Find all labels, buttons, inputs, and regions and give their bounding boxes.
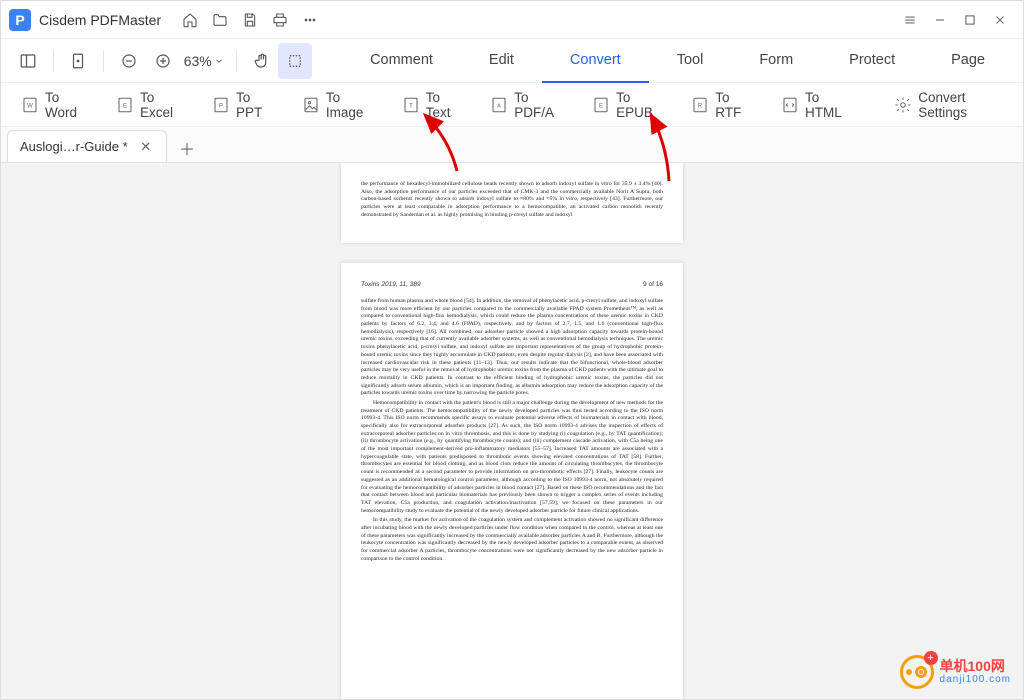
select-tool-icon[interactable] <box>278 43 312 79</box>
more-icon[interactable] <box>295 5 325 35</box>
page-full: Toxins 2019, 11, 389 9 of 16 sulfate fro… <box>341 263 683 699</box>
to-excel-button[interactable]: E To Excel <box>108 86 190 124</box>
page2-para3: In this study, the marker for activation… <box>361 517 663 563</box>
page-header-left: Toxins 2019, 11, 389 <box>361 281 421 288</box>
zoom-out-icon[interactable] <box>112 43 146 79</box>
to-rtf-label: To RTF <box>715 90 751 120</box>
to-html-button[interactable]: To HTML <box>773 86 858 124</box>
svg-text:E: E <box>599 103 603 109</box>
to-ppt-button[interactable]: P To PPT <box>204 86 280 124</box>
page-fragment-top: the performance of hexadecyl-immobilized… <box>341 163 683 243</box>
page1-text: the performance of hexadecyl-immobilized… <box>361 181 663 219</box>
document-viewport[interactable]: the performance of hexadecyl-immobilized… <box>1 163 1023 699</box>
pdfa-icon: A <box>490 96 508 114</box>
zoom-in-icon[interactable] <box>146 43 180 79</box>
page-view-icon[interactable] <box>62 43 96 79</box>
page-header-right: 9 of 16 <box>643 281 663 288</box>
text-icon: T <box>402 96 420 114</box>
to-image-label: To Image <box>326 90 372 120</box>
gear-icon <box>894 96 912 114</box>
ppt-icon: P <box>212 96 230 114</box>
close-tab-icon[interactable]: ✕ <box>138 139 154 155</box>
svg-text:R: R <box>698 103 703 109</box>
to-excel-label: To Excel <box>140 90 182 120</box>
tab-convert[interactable]: Convert <box>542 39 649 83</box>
svg-text:W: W <box>27 103 33 109</box>
zoom-dropdown[interactable]: 63% <box>180 53 228 69</box>
page2-para2: Hemocompatibility in contact with the pa… <box>361 400 663 515</box>
svg-text:P: P <box>219 103 223 109</box>
window-minimize-icon[interactable] <box>925 5 955 35</box>
to-text-label: To Text <box>426 90 460 120</box>
home-icon[interactable] <box>175 5 205 35</box>
to-epub-label: To EPUB <box>616 90 661 120</box>
zoom-value: 63% <box>184 53 212 69</box>
convert-settings-button[interactable]: Convert Settings <box>886 86 1011 124</box>
tab-protect[interactable]: Protect <box>821 39 923 83</box>
svg-text:T: T <box>409 103 413 109</box>
tab-comment[interactable]: Comment <box>342 39 461 83</box>
window-maximize-icon[interactable] <box>955 5 985 35</box>
tab-edit[interactable]: Edit <box>461 39 542 83</box>
rtf-icon: R <box>691 96 709 114</box>
tab-tool[interactable]: Tool <box>649 39 732 83</box>
main-toolbar: 63% Comment Edit Convert Tool Form Prote… <box>1 39 1023 83</box>
sidebar-toggle-icon[interactable] <box>11 43 45 79</box>
convert-toolbar: W To Word E To Excel P To PPT To Image T… <box>1 83 1023 127</box>
document-tab-bar: Auslogi…r-Guide * ✕ ＋ <box>1 127 1023 163</box>
epub-icon: E <box>592 96 610 114</box>
tab-form[interactable]: Form <box>731 39 821 83</box>
hand-tool-icon[interactable] <box>245 43 279 79</box>
to-image-button[interactable]: To Image <box>294 86 380 124</box>
excel-icon: E <box>116 96 134 114</box>
to-epub-button[interactable]: E To EPUB <box>584 86 669 124</box>
page2-para1: sulfate from human plasma and whole bloo… <box>361 298 663 398</box>
to-html-label: To HTML <box>805 90 850 120</box>
svg-text:A: A <box>497 103 501 109</box>
print-icon[interactable] <box>265 5 295 35</box>
image-icon <box>302 96 320 114</box>
to-pdfa-button[interactable]: A To PDF/A <box>482 86 570 124</box>
window-close-icon[interactable] <box>985 5 1015 35</box>
convert-settings-label: Convert Settings <box>918 90 1003 120</box>
hamburger-menu-icon[interactable] <box>895 5 925 35</box>
save-icon[interactable] <box>235 5 265 35</box>
word-icon: W <box>21 96 39 114</box>
app-title: Cisdem PDFMaster <box>39 12 161 28</box>
tab-page[interactable]: Page <box>923 39 1013 83</box>
to-rtf-button[interactable]: R To RTF <box>683 86 759 124</box>
open-folder-icon[interactable] <box>205 5 235 35</box>
page-header: Toxins 2019, 11, 389 9 of 16 <box>361 281 663 288</box>
to-text-button[interactable]: T To Text <box>394 86 468 124</box>
title-bar: P Cisdem PDFMaster <box>1 1 1023 39</box>
plus-badge-icon: + <box>924 651 938 665</box>
html-icon <box>781 96 799 114</box>
document-tab-label: Auslogi…r-Guide * <box>20 139 128 154</box>
app-logo: P <box>9 9 31 31</box>
main-tabs: Comment Edit Convert Tool Form Protect P… <box>342 39 1013 83</box>
new-tab-button[interactable]: ＋ <box>173 134 201 162</box>
to-pdfa-label: To PDF/A <box>514 90 562 120</box>
watermark-line2: danji100.com <box>940 674 1011 685</box>
to-word-label: To Word <box>45 90 86 120</box>
watermark: + 单机100网 danji100.com <box>900 655 1011 689</box>
document-tab[interactable]: Auslogi…r-Guide * ✕ <box>7 130 167 162</box>
to-word-button[interactable]: W To Word <box>13 86 94 124</box>
svg-text:E: E <box>123 103 127 109</box>
watermark-line1: 单机100网 <box>940 659 1011 674</box>
to-ppt-label: To PPT <box>236 90 272 120</box>
